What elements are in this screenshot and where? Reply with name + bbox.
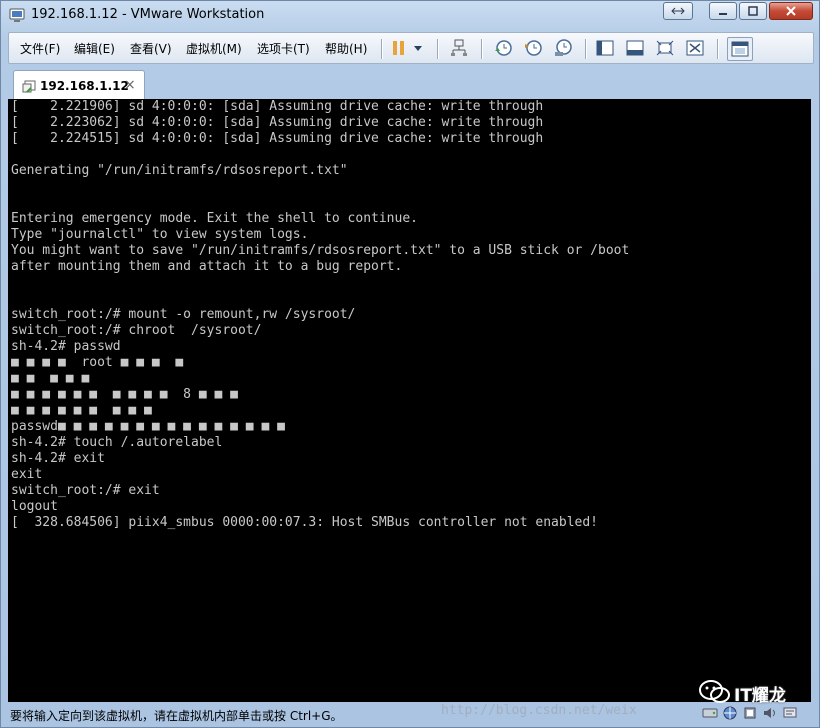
console-line: You might want to save "/run/initramfs/r… (11, 243, 630, 258)
vmware-app-icon (9, 8, 25, 22)
unity-icon (686, 40, 704, 56)
menu-tabs[interactable]: 选项卡(T) (257, 40, 310, 57)
send-ctrl-alt-del-button[interactable] (449, 38, 469, 58)
console-line: passwd■ ■ ■ ■ ■ ■ ■ ■ ■ ■ ■ ■ ■ ■ ■ (11, 419, 285, 434)
console-line: after mounting them and attach it to a b… (11, 259, 403, 274)
console-line: sh-4.2# passwd (11, 339, 121, 354)
console-line: [ 2.223062] sd 4:0:0:0: [sda] Assuming d… (11, 115, 544, 130)
console-line: Generating "/run/initramfs/rdsosreport.t… (11, 163, 348, 178)
console-line: exit (11, 467, 43, 482)
usb-device-icon[interactable] (741, 704, 758, 721)
minimize-icon (719, 13, 727, 15)
console-line: ■ ■ ■ ■ root ■ ■ ■ ■ (11, 355, 184, 370)
revert-snapshot-button[interactable] (523, 38, 543, 58)
menu-vm[interactable]: 虚拟机(M) (186, 40, 242, 57)
tab-label: 192.168.1.12 (40, 79, 129, 93)
console-line: [ 2.224515] sd 4:0:0:0: [sda] Assuming d… (11, 131, 544, 146)
console-line: switch_root:/# chroot /sysroot/ (11, 323, 262, 338)
fullscreen-icon (656, 40, 674, 56)
wechat-logo-icon (699, 680, 730, 703)
watermark-brand: IT耀龙 (734, 686, 786, 706)
snapshot-clock-icon (495, 40, 512, 56)
network-icon (451, 39, 467, 56)
console-line: [ 2.221906] sd 4:0:0:0: [sda] Assuming d… (11, 99, 544, 114)
toolbar-separator (437, 39, 438, 59)
window-title: 192.168.1.12 - VMware Workstation (31, 7, 265, 22)
unity-button[interactable] (685, 38, 705, 58)
tab-vm-192-168-1-12[interactable]: 192.168.1.12 × (13, 70, 145, 99)
close-icon (786, 6, 796, 16)
pause-button[interactable] (389, 38, 409, 58)
sound-card-icon[interactable] (761, 704, 778, 721)
toolbar-separator (381, 39, 382, 59)
status-bar: 要将输入定向到该虚拟机，请在虚拟机内部单击或按 Ctrl+G。 (1, 703, 819, 727)
maximize-icon (748, 6, 758, 16)
menu-file[interactable]: 文件(F) (20, 40, 60, 57)
console-view-button[interactable] (727, 37, 753, 61)
console-line: ■ ■ ■ ■ ■ (11, 371, 90, 386)
vm-tab-icon (22, 80, 36, 93)
swap-view-button[interactable] (663, 2, 693, 20)
bottom-panel-icon (626, 40, 644, 56)
power-dropdown-button[interactable] (411, 38, 425, 58)
console-line: sh-4.2# exit (11, 451, 105, 466)
console-line: Entering emergency mode. Exit the shell … (11, 211, 418, 226)
show-thumbnail-button[interactable] (625, 38, 645, 58)
message-log-icon[interactable] (781, 704, 798, 721)
toolbar: 文件(F) 编辑(E) 查看(V) 虚拟机(M) 选项卡(T) 帮助(H) (8, 32, 814, 64)
status-message: 要将输入定向到该虚拟机，请在虚拟机内部单击或按 Ctrl+G。 (10, 709, 343, 723)
toolbar-separator (717, 39, 718, 59)
console-line: Type "journalctl" to view system logs. (11, 227, 309, 242)
pause-icon (393, 41, 404, 55)
console-line: switch_root:/# exit (11, 483, 160, 498)
console-view-icon (731, 41, 749, 57)
snapshot-manager-button[interactable] (553, 38, 573, 58)
tab-bar: 192.168.1.12 × (8, 67, 814, 99)
show-library-button[interactable] (595, 38, 615, 58)
toolbar-separator (481, 39, 482, 59)
tab-close-icon[interactable]: × (124, 77, 136, 93)
maximize-button[interactable] (739, 2, 767, 20)
console-line: switch_root:/# mount -o remount,rw /sysr… (11, 307, 356, 322)
chevron-down-icon (414, 46, 422, 51)
network-adapter-icon[interactable] (721, 704, 738, 721)
console-line: logout (11, 499, 58, 514)
vmware-window: 192.168.1.12 - VMware Workstation 文件(F) … (0, 0, 820, 728)
menu-view[interactable]: 查看(V) (130, 40, 172, 57)
console-line: [ 328.684506] piix4_smbus 0000:00:07.3: … (11, 515, 598, 530)
snapshot-button[interactable] (493, 38, 513, 58)
hard-disk-icon[interactable] (701, 704, 718, 721)
menu-help[interactable]: 帮助(H) (325, 40, 367, 57)
toolbar-separator (585, 39, 586, 59)
console-line: ■ ■ ■ ■ ■ ■ ■ ■ ■ ■ 8 ■ ■ ■ (11, 387, 238, 402)
vm-console[interactable]: [ 2.221906] sd 4:0:0:0: [sda] Assuming d… (8, 99, 811, 702)
close-button[interactable] (769, 2, 813, 20)
swap-view-icon (671, 7, 685, 15)
full-screen-button[interactable] (655, 38, 675, 58)
snapshot-manager-icon (555, 39, 572, 56)
status-tray (701, 704, 801, 721)
console-line: ■ ■ ■ ■ ■ ■ ■ ■ ■ (11, 403, 152, 418)
title-bar[interactable]: 192.168.1.12 - VMware Workstation (1, 1, 819, 29)
menu-edit[interactable]: 编辑(E) (74, 40, 115, 57)
minimize-button[interactable] (709, 2, 737, 20)
revert-clock-icon (525, 40, 542, 56)
sidebar-layout-icon (596, 40, 614, 56)
watermark-url: http://blog.csdn.net/weix (441, 703, 637, 718)
console-line: sh-4.2# touch /.autorelabel (11, 435, 223, 450)
